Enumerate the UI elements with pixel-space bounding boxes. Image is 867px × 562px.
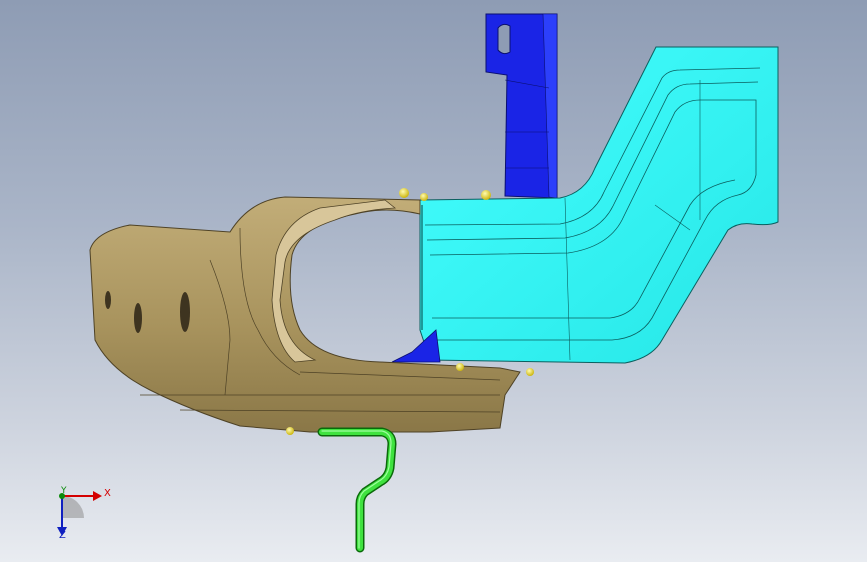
x-axis-label: X xyxy=(104,488,111,499)
rail-part[interactable] xyxy=(391,46,779,364)
bracket-part[interactable] xyxy=(485,13,558,199)
weld-spot xyxy=(526,368,534,376)
z-axis-label: Z xyxy=(59,530,66,541)
slot-hole xyxy=(134,303,142,333)
axis-triad xyxy=(40,478,110,548)
slot-hole xyxy=(105,291,111,309)
pipe-part[interactable] xyxy=(317,427,397,553)
y-axis-label: Y xyxy=(61,486,67,496)
slot-hole xyxy=(180,292,190,332)
cad-viewport[interactable]: X Y Z xyxy=(0,0,867,562)
triad-plane xyxy=(62,496,84,518)
weld-spot xyxy=(456,363,464,371)
weld-spot xyxy=(286,427,294,435)
cad-model[interactable] xyxy=(0,0,867,562)
weld-spot xyxy=(420,193,428,201)
weld-spot xyxy=(399,188,409,198)
weld-spot xyxy=(481,190,491,200)
x-axis-arrow xyxy=(93,491,102,501)
